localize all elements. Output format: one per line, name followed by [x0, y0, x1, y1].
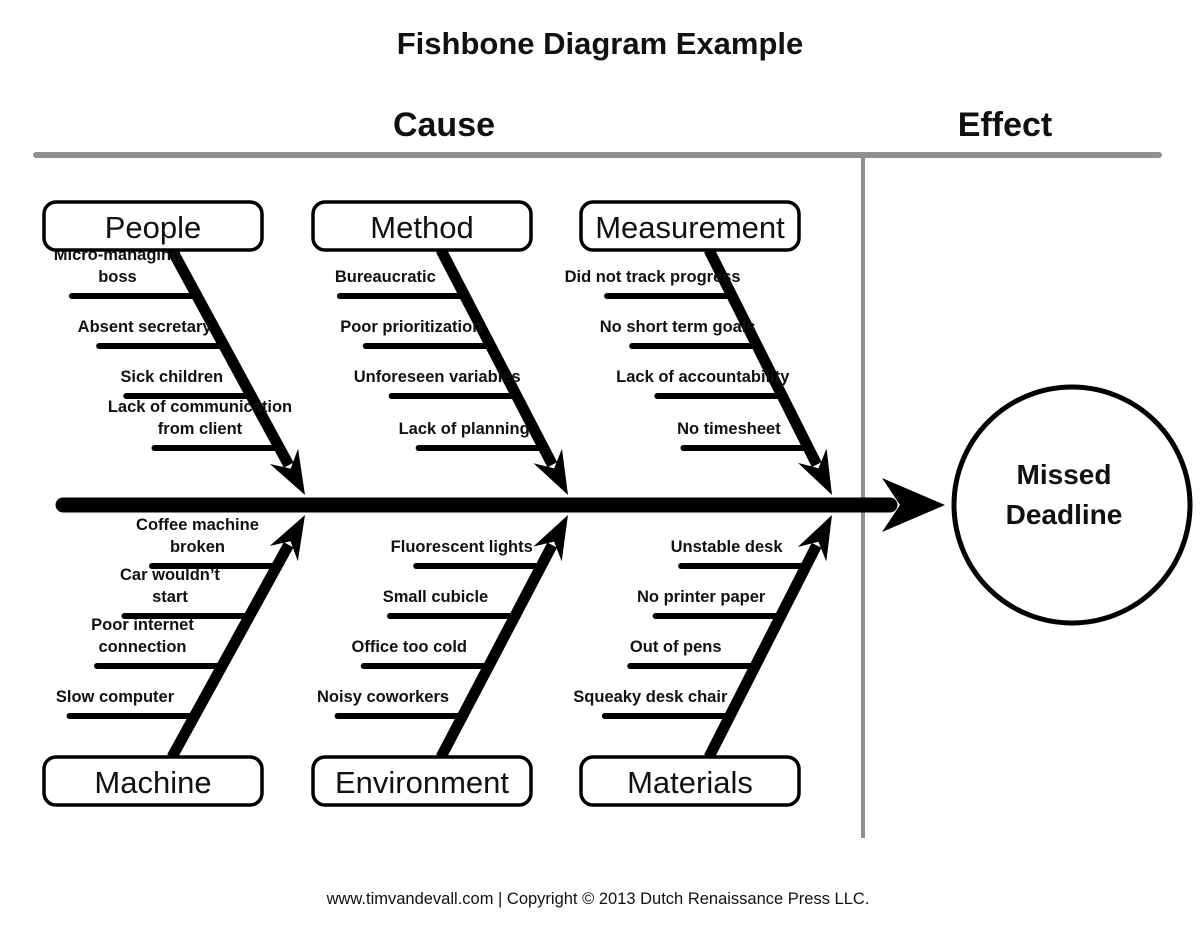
cause-label: Noisy coworkers: [317, 688, 449, 706]
cause-label: No printer paper: [637, 588, 766, 606]
category-people: Micro-managingbossAbsent secretarySick c…: [42, 200, 305, 495]
fishbone-diagram: Fishbone Diagram Example Cause Effect Mi…: [33, 26, 1193, 908]
category-measurement: Did not track progress No short term goal…: [565, 200, 832, 495]
cause-label: Car wouldn’t: [120, 566, 220, 584]
cause-label: connection: [99, 638, 187, 656]
cause-label: Coffee machine: [136, 516, 259, 534]
effect-line-1: Missed: [1017, 459, 1112, 490]
cause-label: Poor prioritization: [340, 318, 482, 336]
cause-label: Office too cold: [352, 638, 468, 656]
cause-label: Lack of planning: [399, 420, 530, 438]
cause-label: broken: [170, 538, 225, 556]
effect-header: Effect: [958, 106, 1052, 144]
cause-label: Lack of accountability: [616, 368, 790, 386]
cause-label: Unforeseen variables: [354, 368, 521, 386]
cause-label: Bureaucratic: [335, 268, 436, 286]
category-label-people: People: [105, 210, 202, 245]
category-label-environment: Environment: [335, 765, 509, 800]
category-environment: Fluorescent lights Small cubicle Office to…: [311, 515, 568, 807]
category-label-method: Method: [370, 210, 473, 245]
cause-label: Lack of communication: [108, 398, 292, 416]
footer-copyright: www.timvandevall.com | Copyright © 2013 …: [326, 890, 870, 908]
cause-header: Cause: [393, 106, 495, 144]
cause-label: Absent secretary: [78, 318, 213, 336]
cause-label: Small cubicle: [383, 588, 488, 606]
cause-label: Squeaky desk chair: [573, 688, 728, 706]
bone-materials: [704, 542, 822, 760]
cause-label: boss: [98, 268, 137, 286]
category-machine: Coffee machine broken Car wouldn’t start Poo…: [42, 515, 305, 807]
cause-label: Unstable desk: [671, 538, 784, 556]
category-method: Bureaucratic Poor prioritization Unforesee…: [311, 200, 568, 495]
cause-label: Poor internet: [91, 616, 194, 634]
cause-label: Out of pens: [630, 638, 722, 656]
cause-label: Slow computer: [56, 688, 175, 706]
cause-label: start: [152, 588, 188, 606]
cause-label: from client: [158, 420, 243, 438]
category-label-measurement: Measurement: [595, 210, 785, 245]
diagram-title: Fishbone Diagram Example: [397, 26, 804, 61]
cause-label: Did not track progress: [565, 268, 741, 286]
category-label-machine: Machine: [94, 765, 211, 800]
category-materials: Unstable desk No printer paper Out of pens…: [573, 515, 832, 807]
effect-line-2: Deadline: [1006, 499, 1123, 530]
category-label-materials: Materials: [627, 765, 753, 800]
cause-label: Sick children: [120, 368, 223, 386]
cause-label: Fluorescent lights: [391, 538, 533, 556]
cause-label: No timesheet: [677, 420, 781, 438]
cause-label: No short term goals: [600, 318, 756, 336]
